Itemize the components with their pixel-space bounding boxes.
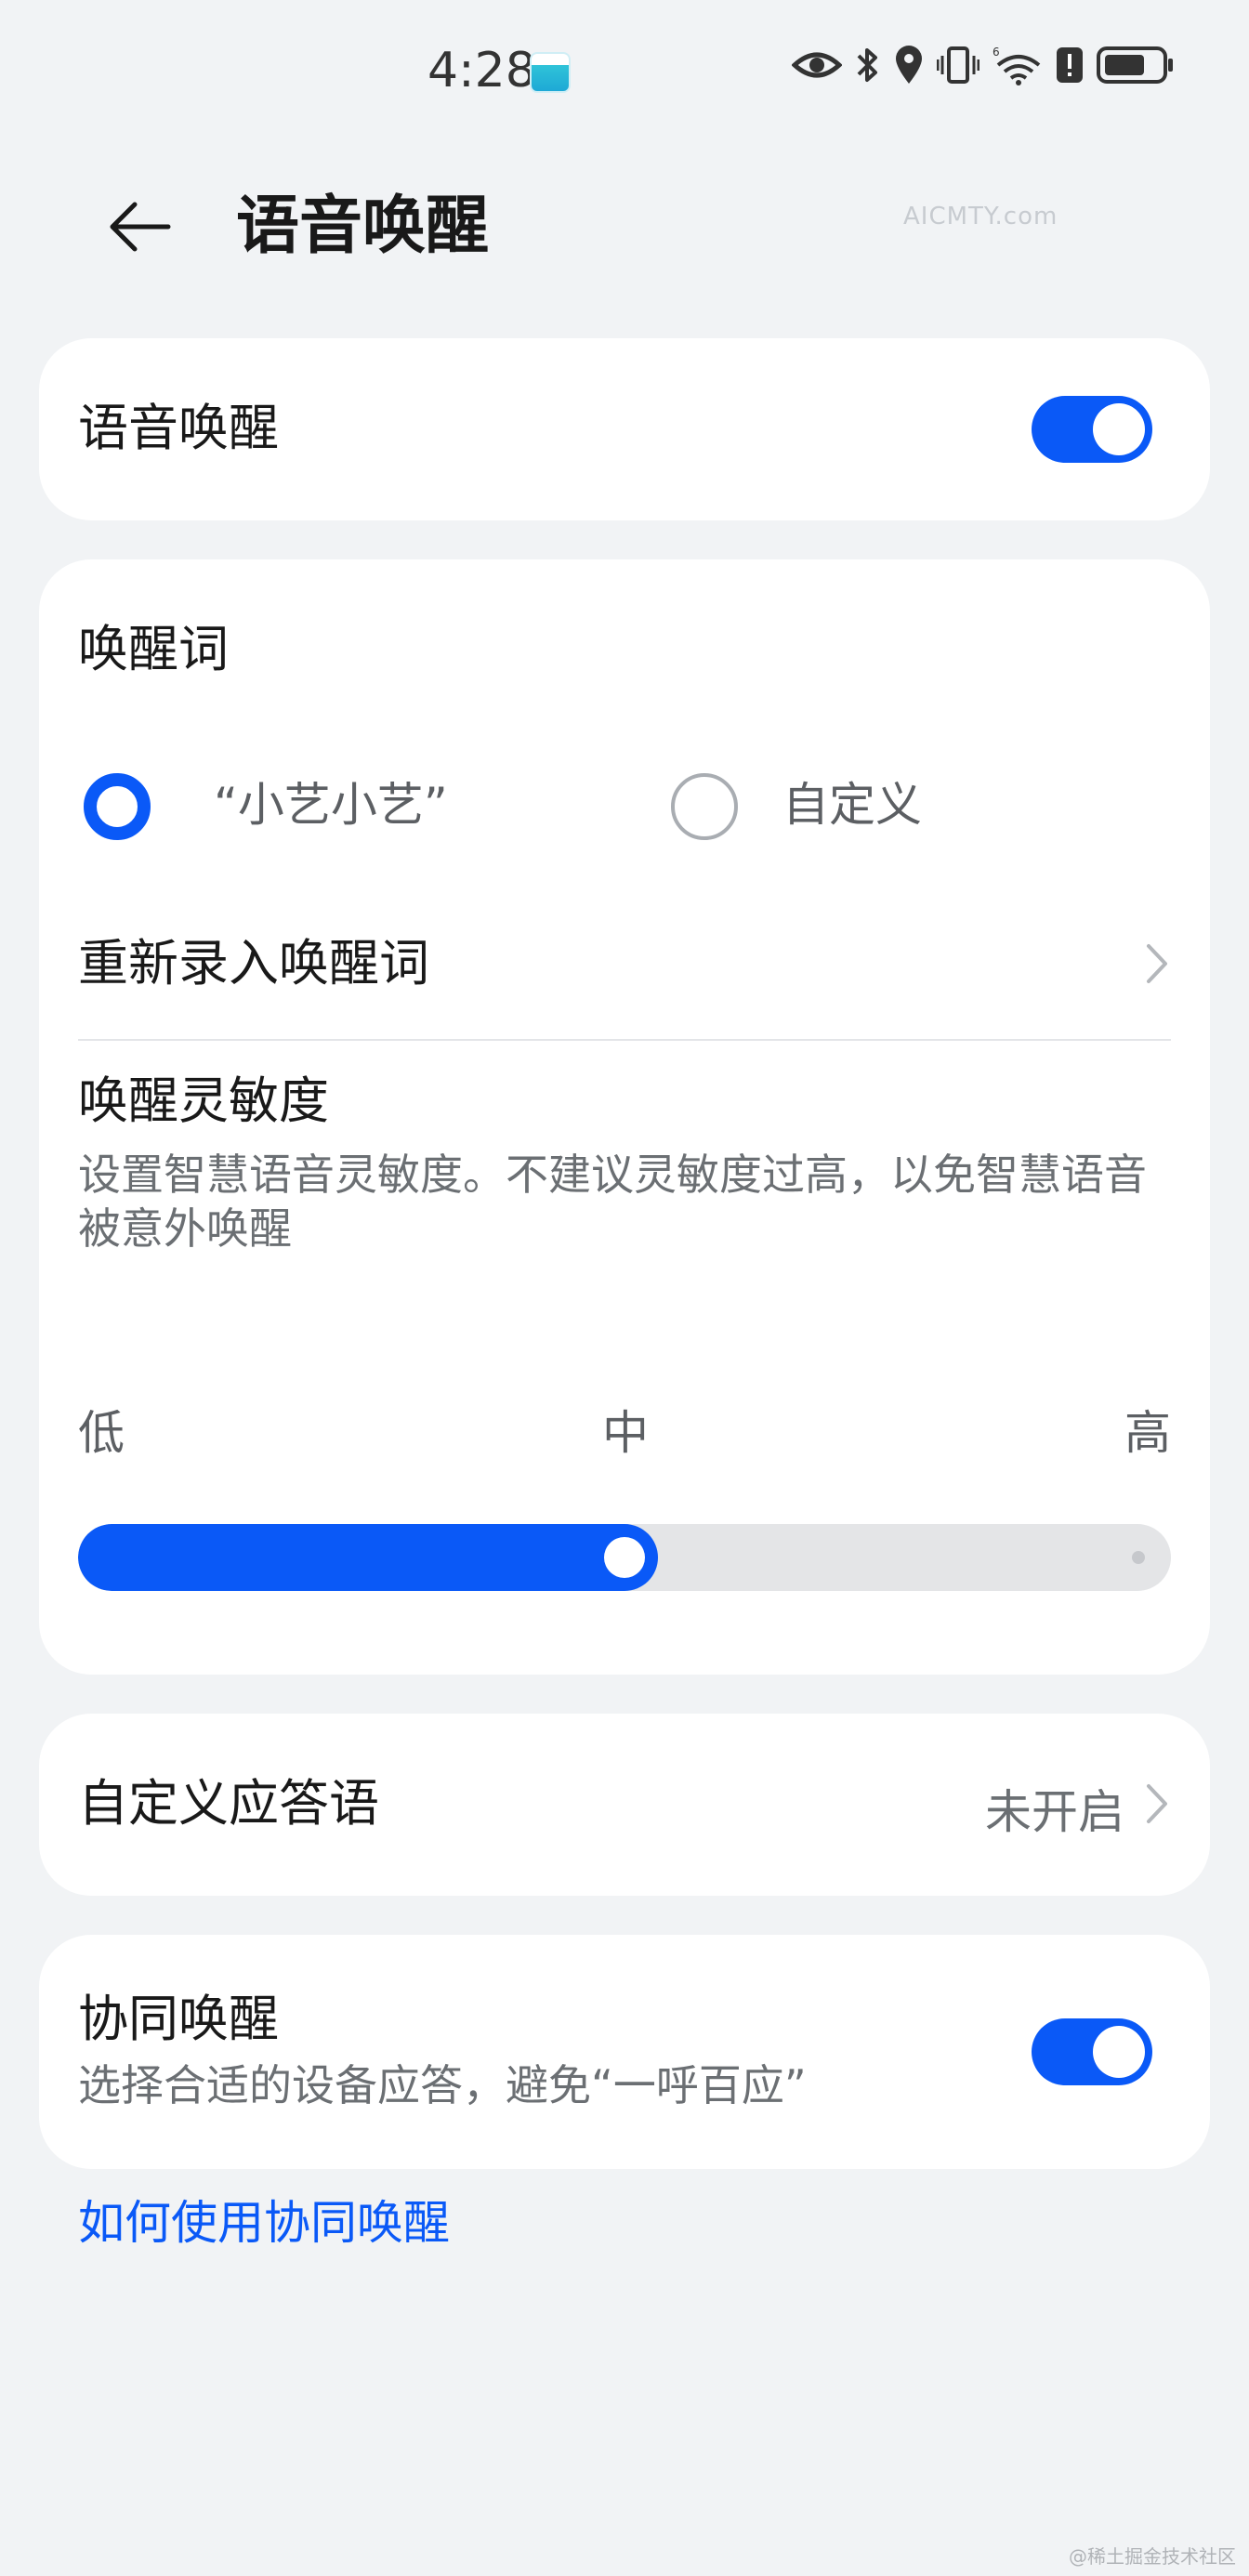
- slider-fill: [78, 1524, 658, 1591]
- footer-watermark: @稀土掘金技术社区: [1069, 2545, 1236, 2568]
- scale-label-low: 低: [78, 1406, 125, 1460]
- alert-badge-icon: [1057, 47, 1083, 83]
- radio-custom[interactable]: [671, 773, 738, 840]
- toggle-knob: [1093, 403, 1145, 455]
- scale-label-mid: 中: [602, 1406, 649, 1460]
- wake-word-card: 唤醒词 “小艺小艺” 自定义 重新录入唤醒词 唤醒灵敏度 设置智慧语音灵敏度。不…: [39, 559, 1210, 1675]
- re-record-wake-word-item[interactable]: 重新录入唤醒词: [78, 931, 429, 996]
- status-time: 4:28: [427, 43, 536, 99]
- chevron-right-icon: [1147, 944, 1167, 983]
- voice-wake-label: 语音唤醒: [78, 399, 279, 457]
- radio-custom-label: 自定义: [782, 778, 922, 832]
- vibrate-icon: [937, 46, 979, 84]
- wifi-6-icon: 6: [993, 46, 1041, 85]
- location-icon: [896, 46, 922, 84]
- sensitivity-slider[interactable]: [78, 1524, 1171, 1591]
- sensitivity-title: 唤醒灵敏度: [78, 1071, 329, 1130]
- coop-wake-title: 协同唤醒: [78, 1990, 279, 2048]
- bluetooth-icon: [857, 48, 877, 82]
- coop-wake-card: 协同唤醒 选择合适的设备应答，避免“一呼百应”: [39, 1935, 1210, 2169]
- scale-label-high: 高: [1124, 1406, 1171, 1460]
- back-button[interactable]: [93, 180, 186, 273]
- custom-reply-status: 未开启: [985, 1785, 1124, 1839]
- coop-wake-toggle[interactable]: [1032, 2018, 1152, 2085]
- status-bar: 4:28 6: [0, 0, 1249, 149]
- battery-icon: [1097, 46, 1173, 84]
- status-icons: 6: [792, 45, 1175, 85]
- back-arrow-icon: [110, 202, 171, 252]
- svg-text:6: 6: [993, 46, 1000, 59]
- page-header: 语音唤醒 AICMTY.com: [0, 149, 1249, 297]
- eye-icon: [792, 52, 842, 78]
- radio-xiaoyi[interactable]: [84, 773, 151, 840]
- custom-reply-card[interactable]: 自定义应答语 未开启: [39, 1714, 1210, 1896]
- voice-wake-toggle[interactable]: [1032, 396, 1152, 463]
- voice-wake-card: 语音唤醒: [39, 338, 1210, 520]
- wake-word-section-title: 唤醒词: [78, 620, 229, 678]
- toggle-knob: [1093, 2026, 1145, 2078]
- sensitivity-description: 设置智慧语音灵敏度。不建议灵敏度过高，以免智慧语音被意外唤醒: [78, 1150, 1147, 1254]
- slider-thumb[interactable]: [604, 1537, 645, 1578]
- divider: [78, 1039, 1171, 1041]
- radio-xiaoyi-label: “小艺小艺”: [214, 778, 448, 832]
- slider-end-dot: [1132, 1551, 1145, 1564]
- custom-reply-label: 自定义应答语: [78, 1774, 379, 1833]
- chevron-right-icon: [1147, 1784, 1167, 1823]
- page-title: 语音唤醒: [236, 190, 490, 263]
- mini-app-notification-icon: [530, 52, 571, 93]
- watermark: AICMTY.com: [903, 203, 1058, 230]
- coop-wake-help-link[interactable]: 如何使用协同唤醒: [78, 2193, 450, 2254]
- coop-wake-description: 选择合适的设备应答，避免“一呼百应”: [78, 2060, 807, 2110]
